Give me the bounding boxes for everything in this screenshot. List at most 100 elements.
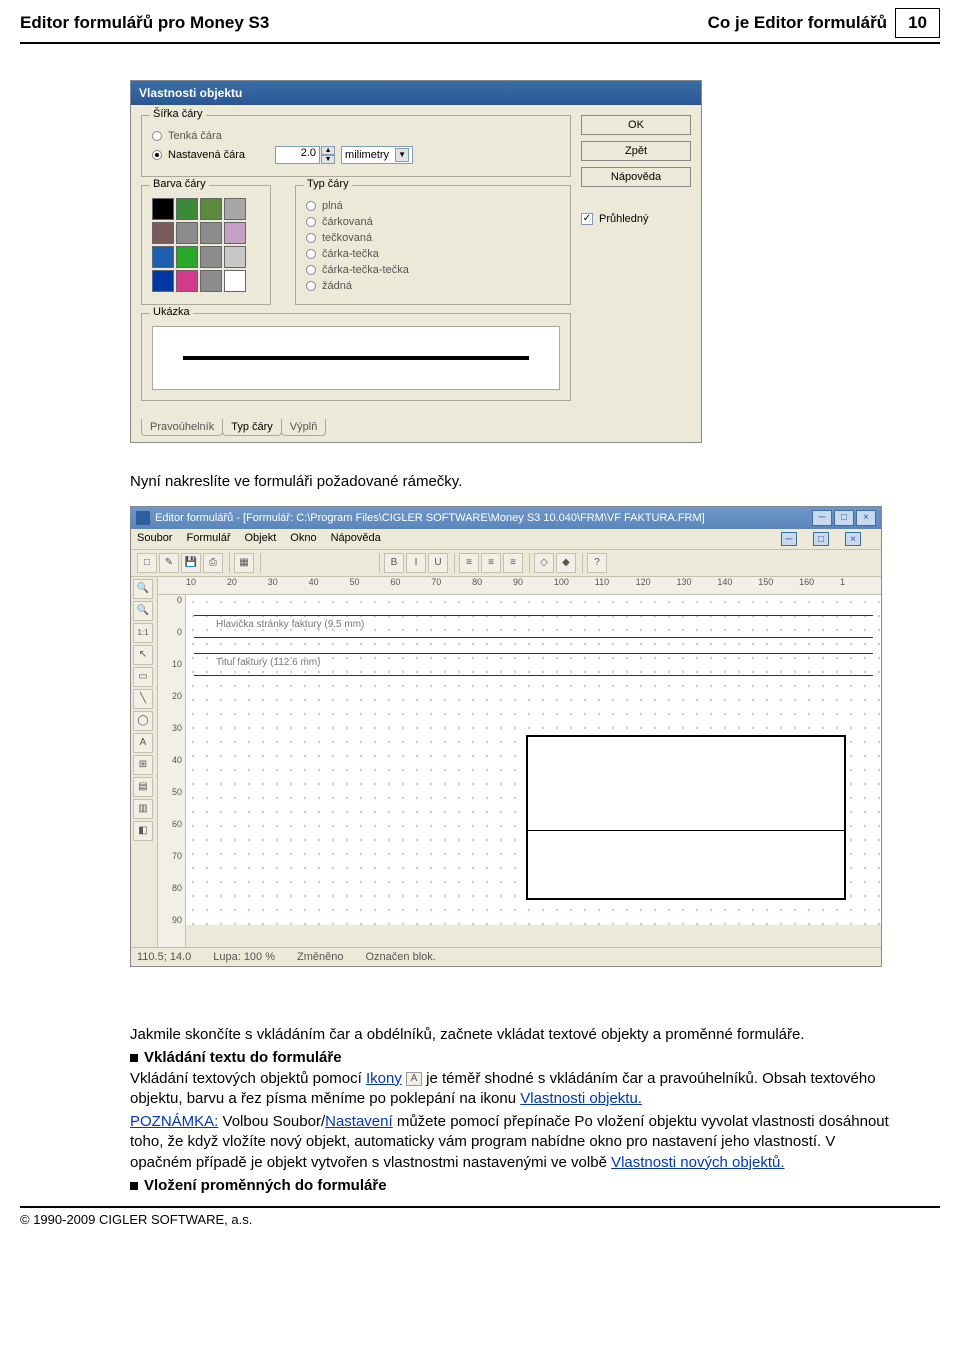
text-a-icon: A (406, 1072, 422, 1086)
link-nastaveni[interactable]: Nastavení (325, 1113, 393, 1130)
tool-new-icon[interactable]: □ (137, 553, 157, 573)
side-toolbar: 🔍 🔍 1:1 ↖ ▭ ╲ ◯ A ⊞ ▤ ▥ ◧ (131, 577, 158, 947)
var-tool-icon[interactable]: ⊞ (133, 755, 153, 775)
radio-thin-line[interactable]: Tenká čára (152, 128, 560, 144)
status-coords: 110.5; 14.0 (137, 951, 191, 963)
image-tool-icon[interactable]: ▤ (133, 777, 153, 797)
link-poznamka[interactable]: POZNÁMKA: (130, 1113, 218, 1130)
header-left: Editor formulářů pro Money S3 (20, 13, 708, 33)
swatch-darkgreen[interactable] (176, 198, 198, 220)
menu-form[interactable]: Formulář (186, 532, 230, 546)
tool-obj-icon[interactable]: ▦ (234, 553, 254, 573)
doc-min-icon[interactable]: ─ (781, 532, 797, 546)
chevron-down-icon: ▼ (395, 148, 409, 162)
bullet-icon (130, 1182, 138, 1190)
doc-close-icon[interactable]: × (845, 532, 861, 546)
statusbar: 110.5; 14.0 Lupa: 100 % Změněno Označen … (131, 947, 881, 966)
unit-combo[interactable]: milimetry ▼ (341, 146, 413, 164)
help-button[interactable]: Nápověda (581, 167, 691, 187)
tab-fill[interactable]: Výplň (281, 419, 327, 436)
tool-save-icon[interactable]: 💾 (181, 553, 201, 573)
swatch-grey3[interactable] (200, 222, 222, 244)
spin-down-icon[interactable]: ▼ (321, 155, 335, 164)
page-header: Editor formulářů pro Money S3 Co je Edit… (20, 0, 940, 44)
swatch-grey4[interactable] (200, 246, 222, 268)
canvas-title-label: Titul faktury (112.6 mm) (216, 657, 320, 668)
tool-underline-icon[interactable]: U (428, 553, 448, 573)
ellipse-tool-icon[interactable]: ◯ (133, 711, 153, 731)
link-vlastnosti-novych[interactable]: Vlastnosti nových objektů. (611, 1154, 784, 1171)
swatch-brown[interactable] (152, 222, 174, 244)
group-line-type: Typ čáry (304, 178, 352, 190)
link-ikony[interactable]: Ikony (366, 1070, 402, 1087)
radio-dashed[interactable]: čárkovaná (306, 214, 560, 230)
group-preview: Ukázka (150, 306, 193, 318)
line-width-input[interactable]: 2.0 (275, 146, 320, 164)
tool-align-right-icon[interactable]: ≡ (503, 553, 523, 573)
tab-rectangle[interactable]: Pravoúhelník (141, 419, 223, 436)
tool-bold-icon[interactable]: B (384, 553, 404, 573)
window-title: Editor formulářů - [Formulář: C:\Program… (155, 512, 705, 524)
rect-tool-icon[interactable]: ▭ (133, 667, 153, 687)
misc-tool-icon[interactable]: ◧ (133, 821, 153, 841)
swatch-olive[interactable] (200, 198, 222, 220)
group-line-width: Šířka čáry (150, 108, 206, 120)
mid-paragraph: Nyní nakreslíte ve formuláři požadované … (130, 473, 900, 490)
tool-align-center-icon[interactable]: ≡ (481, 553, 501, 573)
color-palette[interactable] (152, 198, 260, 292)
spin-up-icon[interactable]: ▲ (321, 146, 335, 155)
tab-line-type[interactable]: Typ čáry (222, 419, 282, 436)
page-number: 10 (895, 8, 940, 38)
radio-none[interactable]: žádná (306, 278, 560, 294)
zoom-out-icon[interactable]: 🔍 (133, 601, 153, 621)
p3: POZNÁMKA: Volbou Soubor/Nastavení můžete… (130, 1112, 900, 1173)
radio-dotted[interactable]: tečkovaná (306, 230, 560, 246)
tool-ext1-icon[interactable]: ◇ (534, 553, 554, 573)
ok-button[interactable]: OK (581, 115, 691, 135)
swatch-lavender[interactable] (224, 222, 246, 244)
back-button[interactable]: Zpět (581, 141, 691, 161)
swatch-green[interactable] (176, 246, 198, 268)
swatch-grey2[interactable] (176, 222, 198, 244)
maximize-icon[interactable]: □ (834, 510, 854, 526)
dialog-titlebar: Vlastnosti objektu (131, 81, 701, 105)
checkbox-icon: ✓ (581, 213, 593, 225)
radio-dashdotdot[interactable]: čárka-tečka-tečka (306, 262, 560, 278)
drawn-rect-small[interactable] (526, 830, 846, 900)
text-tool-icon[interactable]: A (133, 733, 153, 753)
menu-window[interactable]: Okno (290, 532, 316, 546)
swatch-black[interactable] (152, 198, 174, 220)
swatch-ltgrey[interactable] (224, 246, 246, 268)
tool-ext2-icon[interactable]: ◆ (556, 553, 576, 573)
swatch-grey1[interactable] (224, 198, 246, 220)
tool-align-left-icon[interactable]: ≡ (459, 553, 479, 573)
menu-help[interactable]: Nápověda (331, 532, 381, 546)
transparent-checkbox[interactable]: ✓ Průhledný (581, 213, 691, 225)
swatch-grey5[interactable] (200, 270, 222, 292)
tool-help-icon[interactable]: ? (587, 553, 607, 573)
swatch-blue1[interactable] (152, 246, 174, 268)
barcode-tool-icon[interactable]: ▥ (133, 799, 153, 819)
tool-open-icon[interactable]: ✎ (159, 553, 179, 573)
menu-object[interactable]: Objekt (245, 532, 277, 546)
zoom-in-icon[interactable]: 🔍 (133, 579, 153, 599)
dialog-screenshot: Vlastnosti objektu Šířka čáry Tenká čára… (130, 80, 702, 443)
doc-max-icon[interactable]: □ (813, 532, 829, 546)
minimize-icon[interactable]: ─ (812, 510, 832, 526)
tool-print-icon[interactable]: ⎙ (203, 553, 223, 573)
line-tool-icon[interactable]: ╲ (133, 689, 153, 709)
zoom-11-icon[interactable]: 1:1 (133, 623, 153, 643)
link-vlastnosti-objektu[interactable]: Vlastnosti objektu. (520, 1090, 642, 1107)
radio-set-line[interactable]: Nastavená čára 2.0 ▲ ▼ milimetry ▼ (152, 144, 560, 166)
swatch-magenta[interactable] (176, 270, 198, 292)
canvas[interactable]: Hlavička stránky faktury (9.5 mm) Titul … (186, 595, 881, 925)
menu-file[interactable]: Soubor (137, 532, 172, 546)
tool-italic-icon[interactable]: I (406, 553, 426, 573)
swatch-white[interactable] (224, 270, 246, 292)
pointer-icon[interactable]: ↖ (133, 645, 153, 665)
close-icon[interactable]: × (856, 510, 876, 526)
radio-solid[interactable]: plná (306, 198, 560, 214)
radio-dashdot[interactable]: čárka-tečka (306, 246, 560, 262)
ruler-vertical: 0010 203040 506070 8090 (158, 595, 186, 947)
swatch-blue2[interactable] (152, 270, 174, 292)
